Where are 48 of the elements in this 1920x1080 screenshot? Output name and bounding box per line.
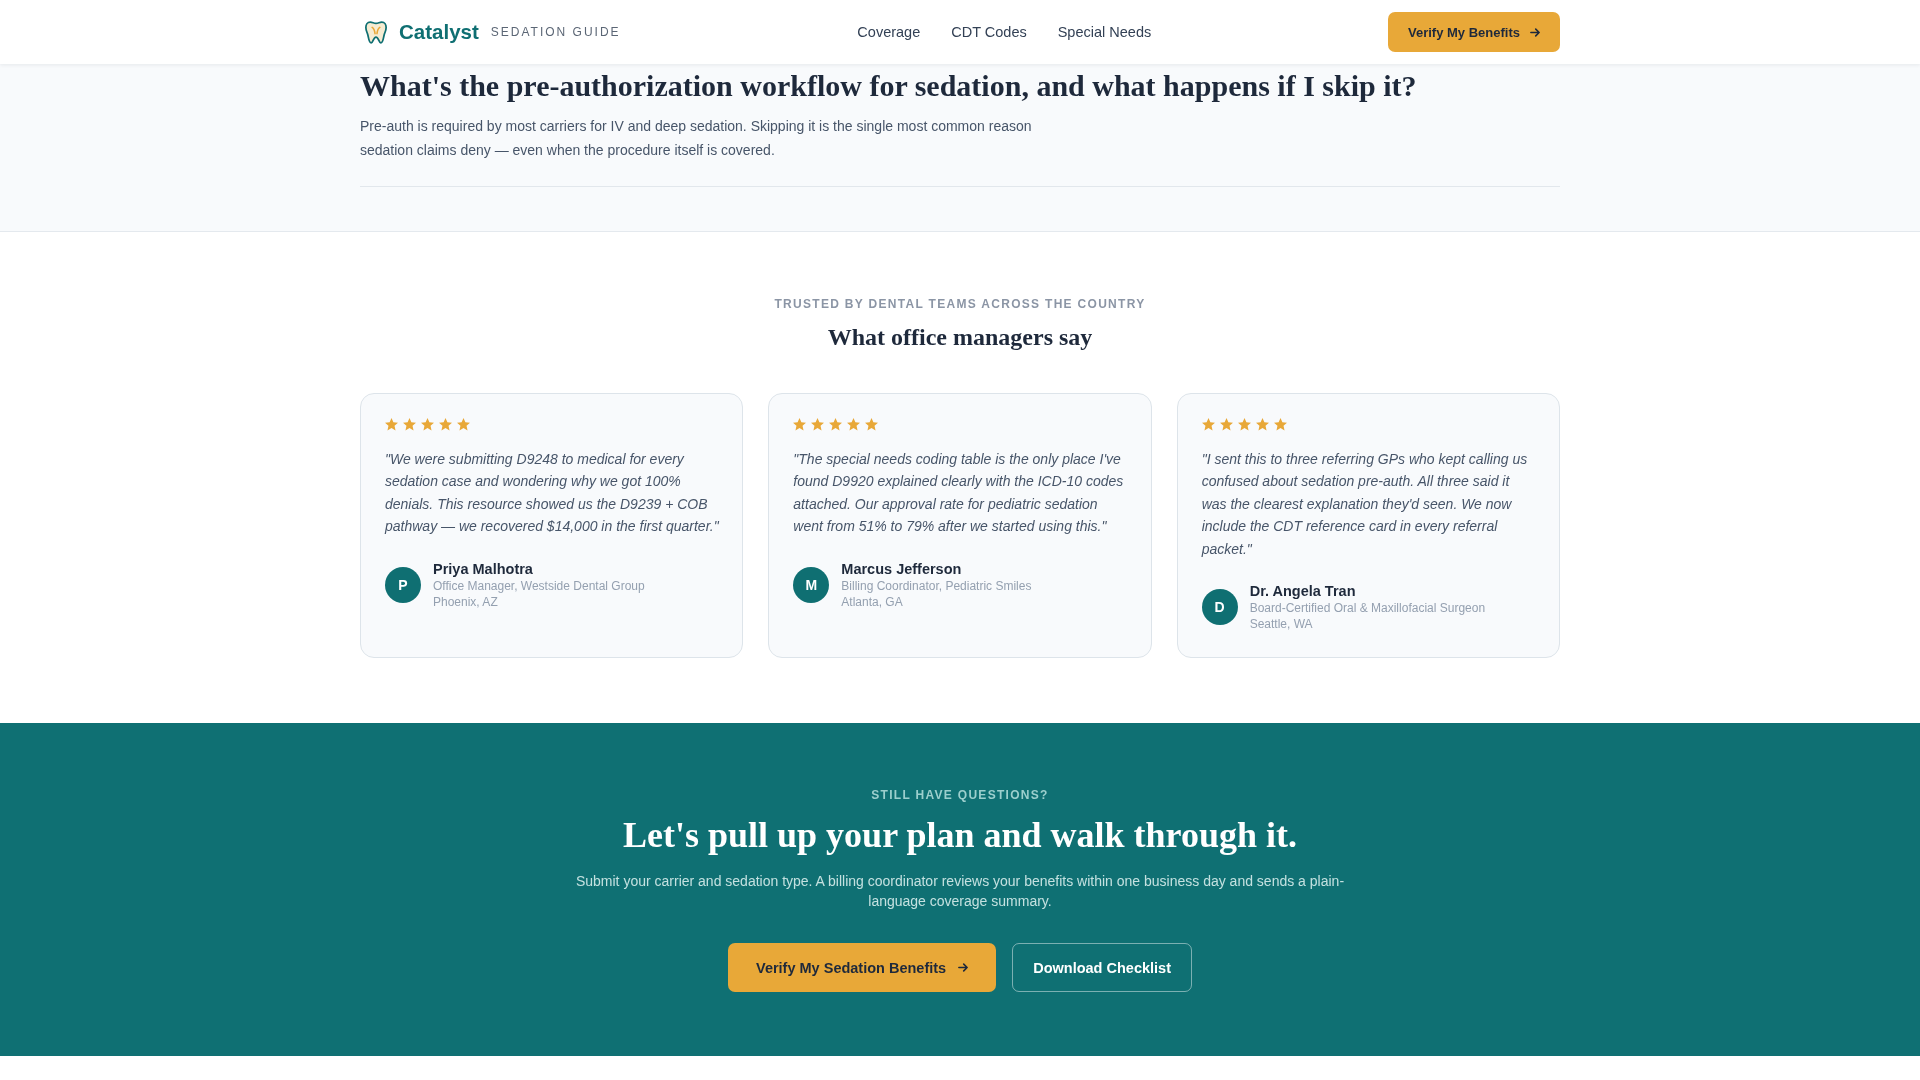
avatar-initial: D [1201,589,1238,626]
star-icon [403,418,416,431]
testimonial-quote: "I sent this to three referring GPs who kept calling us confused about sedation pre-auth. All three said it was the clearest explanation they'd seen. We now include the CDT reference card in every referral packet." [1201,449,1529,559]
author-location: Atlanta, GA [841,593,903,610]
nav-link[interactable]: Special Needs [1057,24,1152,40]
author-role: Billing Coordinator, Pediatric Smiles [841,577,1032,594]
tooth-icon [365,19,387,45]
star-icon [1201,418,1215,431]
author-location: Phoenix, AZ [433,593,498,610]
nav-link[interactable]: Coverage [857,24,921,40]
download-checklist-button[interactable]: Download Checklist [1012,943,1192,993]
verify-benefits-button[interactable]: Verify My Benefits [1388,12,1560,52]
author-name: Dr. Angela Tran [1249,582,1356,601]
cta-eyebrow: STILL HAVE QUESTIONS? [870,787,1050,804]
star-icon [457,418,470,431]
star-icon [1273,418,1287,431]
star-icon [811,418,825,431]
author-role: Office Manager, Westside Dental Group [433,577,645,594]
author-name: Priya Malhotra [433,559,533,578]
brand-tagline: SEDATION GUIDE [490,25,621,39]
author-name: Marcus Jefferson [841,559,962,578]
section-heading: What's the pre-authorization workflow for sedation, and what happens if I skip it? [360,68,1418,104]
star-icon [1219,418,1233,431]
verify-benefits-button[interactable]: Verify My Sedation Benefits [728,943,997,993]
author-location: Seattle, WA [1249,616,1313,633]
section-description: Pre-auth is required by most carriers for IV and deep sedation. Skipping it is the single most common reason sedation claims deny — even when the procedure itself is covered. [360,117,1033,160]
star-icon [1255,418,1269,431]
author-role: Board-Certified Oral & Maxillofacial Surgeon [1249,600,1486,617]
star-icon [439,418,452,431]
star-icon [421,418,434,431]
cta-title: Let's pull up your plan and walk through it. [622,814,1298,858]
testimonial-quote: "We were submitting D9248 to medical for every sedation case and wondering why we got 100% denials. This resource showed us the D9239 + COB pathway — we recovered $14,000 in the first quarter." [385,449,720,537]
star-icon [793,418,807,431]
nav-link[interactable]: CDT Codes [951,24,1027,40]
avatar-initial: M [793,566,830,603]
star-icon [385,418,398,431]
star-icon [865,418,879,431]
brand-name: Catalyst [399,20,479,44]
section-title: What office managers say [826,323,1094,352]
star-icon [847,418,861,431]
avatar-initial: P [385,566,421,603]
star-icon [829,418,843,431]
arrow-right-icon [958,963,969,973]
section-eyebrow: TRUSTED BY DENTAL TEAMS ACROSS THE COUNTRY [773,296,1147,312]
star-icon [1237,418,1251,431]
cta-description: Submit your carrier and sedation type. A billing coordinator reviews your benefits within one business day and sends a plain-language coverage summary. [574,872,1346,912]
testimonial-quote: "The special needs coding table is the only place I've found D9920 explained clearly with the ICD-10 codes attached. Our approval rate for pediatric sedation went from 51% to 79% after we started using this." [793,449,1125,537]
arrow-right-icon [1530,27,1540,37]
